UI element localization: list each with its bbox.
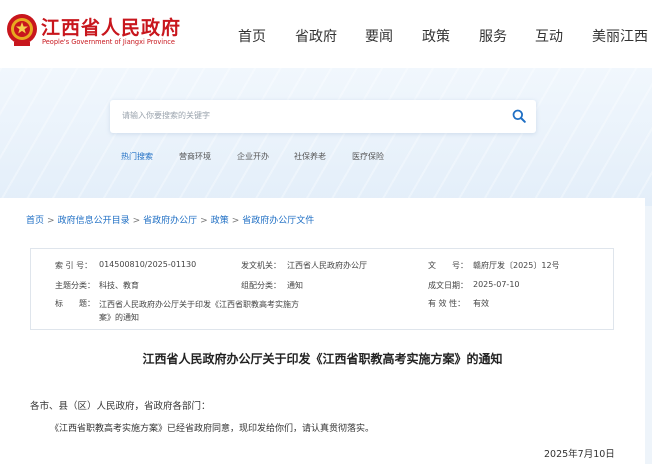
- hot-search-pension[interactable]: 社保养老: [294, 151, 326, 162]
- nav-interaction[interactable]: 互动: [535, 26, 563, 45]
- written-date-label: 成文日期：: [428, 281, 468, 290]
- document-number-label: 文 号：: [428, 261, 468, 270]
- validity-value: 有效: [473, 299, 489, 308]
- written-date-value: 2025-07-10: [473, 280, 520, 289]
- hot-search-start-business[interactable]: 企业开办: [237, 151, 269, 162]
- breadcrumb-separator: >: [47, 216, 55, 226]
- nav-home[interactable]: 首页: [238, 26, 266, 45]
- topic-label: 主题分类：: [55, 281, 95, 290]
- nav-beautiful-jiangxi[interactable]: 美丽江西: [592, 26, 648, 45]
- breadcrumb-office-documents[interactable]: 省政府办公厅文件: [242, 216, 314, 226]
- breadcrumb-policy[interactable]: 政策: [211, 216, 229, 226]
- nav-news[interactable]: 要闻: [365, 26, 393, 45]
- breadcrumb-separator: >: [132, 216, 141, 226]
- site-name-english: People's Government of Jiangxi Province: [42, 38, 175, 46]
- nav-policy[interactable]: 政策: [422, 26, 450, 45]
- title-label: 标 题：: [55, 299, 95, 308]
- issuer-label: 发文机关：: [241, 261, 281, 270]
- document-title: 江西省人民政府办公厅关于印发《江西省职教高考实施方案》的通知: [142, 352, 503, 366]
- breadcrumb-home[interactable]: 首页: [26, 216, 44, 226]
- hot-search-business-environment[interactable]: 营商环境: [179, 151, 211, 162]
- nav-provincial-government[interactable]: 省政府: [295, 26, 337, 45]
- document-date: 2025年7月10日: [544, 449, 615, 460]
- banner-pattern: [0, 68, 652, 206]
- breadcrumb-separator: >: [231, 216, 240, 226]
- form-label: 组配分类：: [241, 281, 281, 290]
- national-emblem-icon[interactable]: [5, 12, 39, 48]
- document-number-value: 赣府厅发〔2025〕12号: [473, 261, 560, 270]
- form-value: 通知: [287, 281, 303, 290]
- validity-label: 有 效 性：: [428, 299, 466, 308]
- hot-search-label[interactable]: 热门搜索: [121, 151, 153, 162]
- title-value: 江西省人民政府办公厅关于印发《江西省职教高考实施方案》的通知: [99, 300, 299, 322]
- breadcrumb-directory[interactable]: 政府信息公开目录: [58, 216, 130, 226]
- breadcrumb-office[interactable]: 省政府办公厅: [143, 216, 197, 226]
- search-input[interactable]: 请输入你要搜索的关键字: [122, 110, 210, 121]
- document-salutation: 各市、县（区）人民政府，省政府各部门：: [30, 401, 211, 412]
- breadcrumb-separator: >: [200, 216, 208, 226]
- search-icon[interactable]: [512, 109, 526, 123]
- breadcrumb: 首页 > 政府信息公开目录 > 省政府办公厅 > 政策 > 省政府办公厅文件: [26, 213, 314, 226]
- index-number-value: 014500810/2025-01130: [99, 260, 197, 269]
- issuer-value: 江西省人民政府办公厅: [287, 261, 367, 270]
- site-name[interactable]: 江西省人民政府: [41, 13, 181, 40]
- document-body: 《江西省职教高考实施方案》已经省政府同意，现印发给你们，请认真贯彻落实。: [50, 424, 375, 434]
- index-number-label: 索 引 号：: [55, 261, 93, 270]
- hot-search-medical-insurance[interactable]: 医疗保险: [352, 151, 384, 162]
- nav-services[interactable]: 服务: [479, 26, 507, 45]
- search-box[interactable]: 请输入你要搜索的关键字: [110, 100, 536, 133]
- topic-value: 科技、教育: [99, 281, 139, 290]
